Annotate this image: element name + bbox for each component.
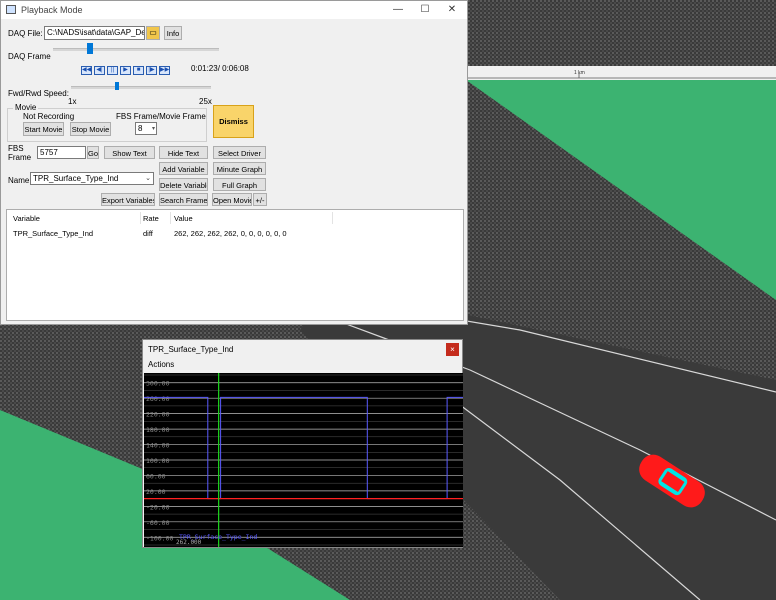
go-button[interactable]: Go bbox=[87, 146, 99, 159]
chevron-down-icon: ⌄ bbox=[145, 175, 151, 182]
y-tick-label: -60.00 bbox=[146, 519, 170, 527]
name-select[interactable]: TPR_Surface_Type_Ind ⌄ bbox=[30, 172, 154, 185]
y-tick-label: 20.00 bbox=[146, 488, 166, 496]
movie-group-label: Movie bbox=[13, 103, 39, 112]
folder-open-icon[interactable]: ▭ bbox=[146, 26, 160, 40]
pause-icon[interactable]: || bbox=[107, 66, 118, 75]
full-graph-button[interactable]: Full Graph bbox=[213, 178, 266, 191]
fbs-ratio-label: FBS Frame/Movie Frame bbox=[116, 112, 206, 121]
y-tick-label: 100.00 bbox=[146, 457, 170, 465]
plus-minus-button[interactable]: +/- bbox=[253, 193, 267, 206]
export-variables-button[interactable]: Export Variables bbox=[101, 193, 155, 206]
list-header-variable[interactable]: Variable bbox=[13, 214, 40, 223]
add-variable-button[interactable]: Add Variable bbox=[159, 162, 208, 175]
graph-close-button[interactable]: × bbox=[446, 343, 459, 356]
actions-menu[interactable]: Actions bbox=[148, 360, 174, 369]
y-tick-label: 60.00 bbox=[146, 472, 166, 480]
graph-window: TPR_Surface_Type_Ind × Actions 300.00 260… bbox=[142, 339, 463, 548]
fast-forward-icon[interactable]: ▶▶ bbox=[159, 66, 170, 75]
search-frames-button[interactable]: Search Frames bbox=[159, 193, 208, 206]
minute-graph-button[interactable]: Minute Graph bbox=[213, 162, 266, 175]
variable-list[interactable]: Variable Rate Value TPR_Surface_Type_Ind… bbox=[6, 209, 464, 321]
step-forward-icon[interactable]: |▶ bbox=[146, 66, 157, 75]
daq-frame-slider[interactable] bbox=[86, 43, 93, 54]
y-tick-label: 180.00 bbox=[146, 426, 170, 434]
daq-frame-track bbox=[53, 48, 219, 51]
maximize-button[interactable]: ☐ bbox=[411, 1, 439, 19]
ruler-label: 1 km bbox=[574, 70, 585, 76]
start-movie-button[interactable]: Start Movie bbox=[23, 122, 64, 136]
movie-status: Not Recording bbox=[23, 112, 75, 121]
play-icon[interactable]: ▶ bbox=[120, 66, 131, 75]
time-readout: 0:01:23/ 0:06:08 bbox=[191, 64, 249, 73]
show-text-button[interactable]: Show Text bbox=[104, 146, 155, 159]
rewind-fast-icon[interactable]: ◀◀ bbox=[81, 66, 92, 75]
title-bar: Playback Mode — ☐ ✕ bbox=[1, 1, 467, 19]
speed-min-label: 1x bbox=[68, 97, 77, 106]
speed-max-label: 25x bbox=[199, 97, 212, 106]
stop-icon[interactable]: ■ bbox=[133, 66, 144, 75]
close-button[interactable]: ✕ bbox=[438, 1, 466, 19]
select-driver-button[interactable]: Select Driver bbox=[213, 146, 266, 159]
daq-frame-label: DAQ Frame bbox=[8, 52, 51, 61]
list-header-value[interactable]: Value bbox=[174, 214, 193, 223]
stop-movie-button[interactable]: Stop Movie bbox=[70, 122, 111, 136]
minimize-button[interactable]: — bbox=[384, 1, 412, 19]
fbs-frame-input[interactable]: 5757 bbox=[37, 146, 86, 159]
app-icon bbox=[6, 5, 16, 14]
window-title: Playback Mode bbox=[21, 5, 83, 15]
y-tick-label: 260.00 bbox=[146, 395, 170, 403]
speed-track bbox=[71, 86, 211, 89]
surface-type-plot: 300.00 260.00 220.00 180.00 140.00 100.00 60.0… bbox=[144, 373, 463, 547]
open-movie-button[interactable]: Open Movie bbox=[212, 193, 252, 206]
y-tick-label: 140.00 bbox=[146, 442, 170, 450]
info-button[interactable]: Info bbox=[164, 26, 182, 40]
series-current-value: 262.000 bbox=[176, 539, 202, 546]
speed-slider[interactable] bbox=[115, 82, 120, 90]
fbs-ratio-select[interactable]: 8 ▾ bbox=[135, 122, 157, 135]
hide-text-button[interactable]: Hide Text bbox=[159, 146, 208, 159]
row-rate: diff bbox=[143, 229, 153, 238]
dismiss-button[interactable]: Dismiss bbox=[213, 105, 254, 138]
y-tick-label: -100.00 bbox=[146, 534, 173, 542]
fbs-frame-label: FBS Frame bbox=[8, 144, 32, 162]
daq-file-field[interactable]: C:\NADS\isat\data\GAP_Decis bbox=[44, 26, 145, 40]
graph-title: TPR_Surface_Type_Ind bbox=[148, 345, 234, 354]
fbs-ratio-value: 8 bbox=[138, 124, 143, 133]
list-header-rate[interactable]: Rate bbox=[143, 214, 159, 223]
y-tick-label: -20.00 bbox=[146, 503, 170, 511]
speed-label: Fwd/Rwd Speed: bbox=[8, 89, 69, 98]
y-tick-label: 220.00 bbox=[146, 411, 170, 419]
row-value: 262, 262, 262, 262, 0, 0, 0, 0, 0, 0 bbox=[174, 229, 287, 238]
row-variable: TPR_Surface_Type_Ind bbox=[13, 229, 94, 238]
name-value: TPR_Surface_Type_Ind bbox=[33, 174, 119, 183]
name-label: Name: bbox=[8, 176, 32, 185]
spinner-icon: ▾ bbox=[151, 126, 155, 132]
delete-variable-button[interactable]: Delete Variable bbox=[159, 178, 208, 191]
daq-file-label: DAQ File: bbox=[8, 29, 43, 38]
step-back-icon[interactable]: ◀| bbox=[94, 66, 105, 75]
y-tick-label: 300.00 bbox=[146, 380, 170, 388]
playback-window: Playback Mode — ☐ ✕ DAQ File: C:\NADS\is… bbox=[0, 0, 468, 325]
